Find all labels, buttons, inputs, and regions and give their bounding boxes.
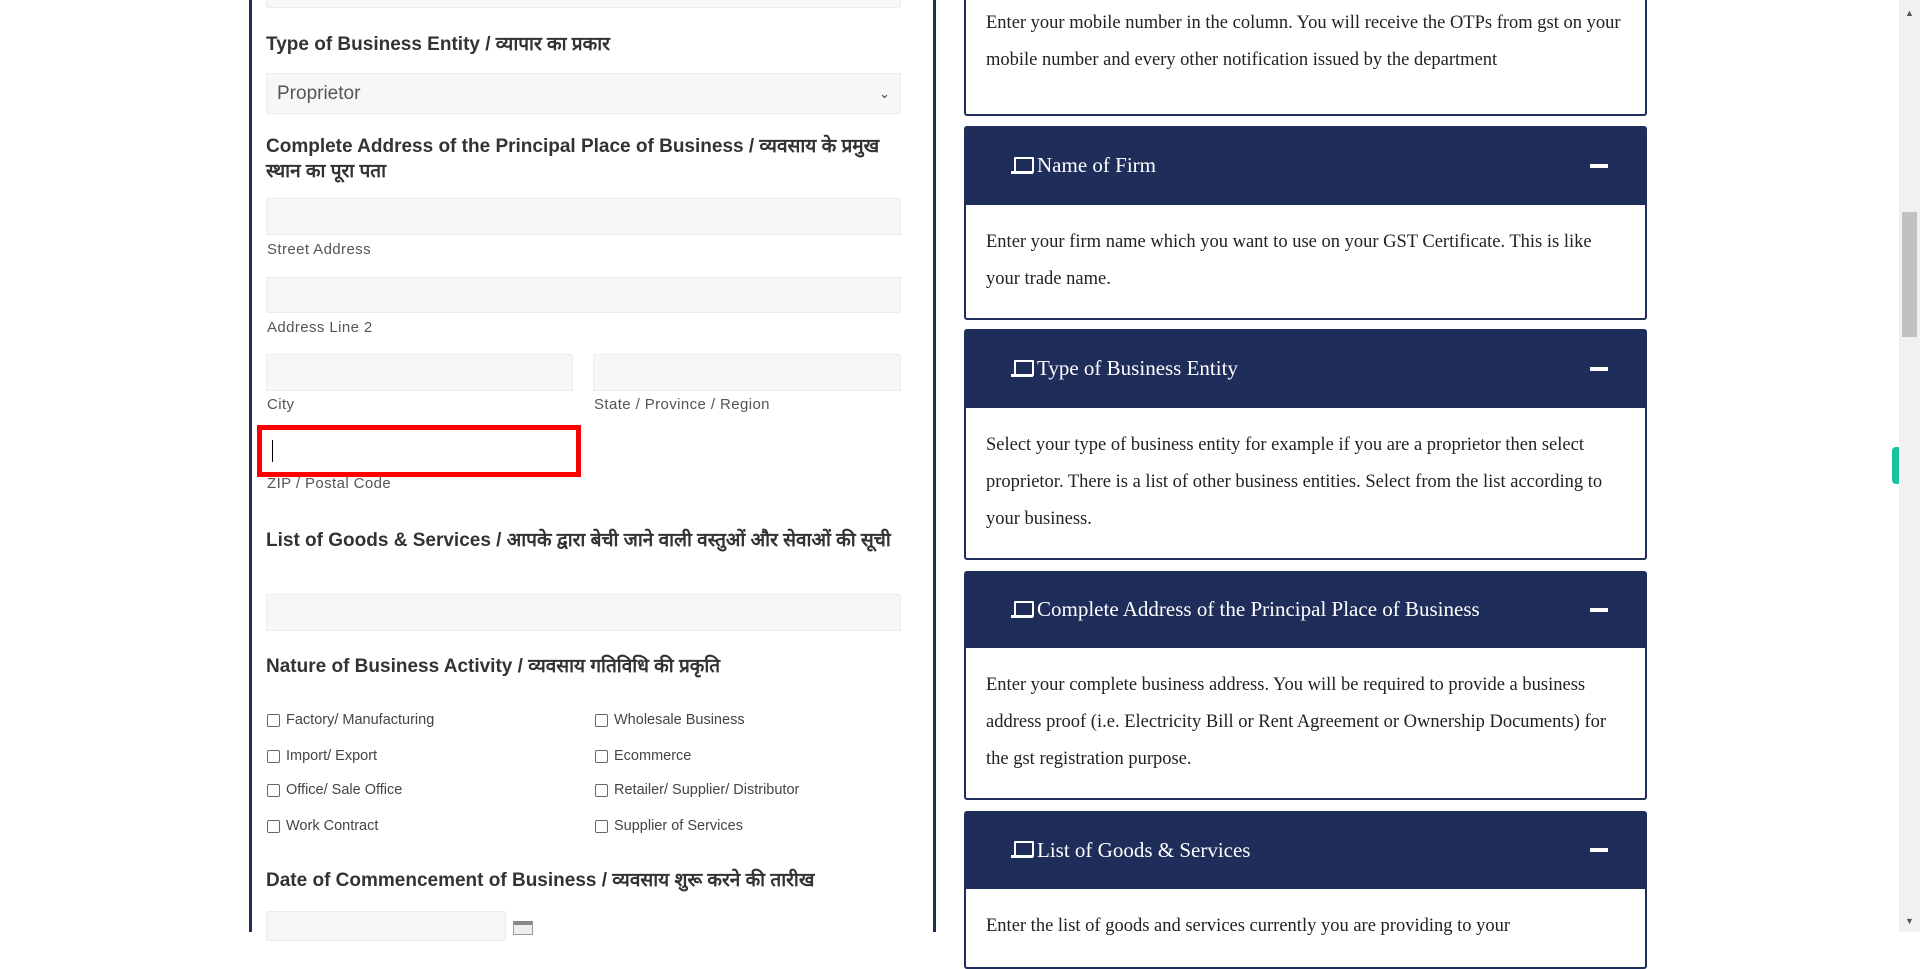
city-label: City [267,396,295,413]
laptop-icon [1011,359,1034,378]
side-widget-tab[interactable] [1892,447,1899,484]
chevron-down-icon: ⌄ [879,85,890,101]
card-title: Complete Address of the Principal Place … [1037,597,1480,621]
checkbox-icon[interactable] [595,783,608,797]
date-heading: Date of Commencement of Business / व्यवस… [266,870,815,891]
checkbox-label: Retailer/ Supplier/ Distributor [614,782,800,798]
checkbox-icon[interactable] [595,749,608,763]
card-title: List of Goods & Services [1037,837,1251,862]
card-header-name-of-firm[interactable]: Name of Firm [964,126,1647,205]
checkbox-icon[interactable] [595,819,608,833]
checkbox-label: Ecommerce [614,748,692,764]
collapse-minus-icon[interactable] [1590,848,1608,852]
checkbox-label: Wholesale Business [614,712,745,728]
business-type-select[interactable]: Proprietor ⌄ [266,73,901,114]
business-type-value: Proprietor [277,82,361,104]
date-input[interactable] [266,911,506,941]
form-panel-left-border [249,0,252,932]
checkbox-retailer[interactable]: Retailer/ Supplier/ Distributor [595,782,799,798]
card-header-goods[interactable]: List of Goods & Services [964,811,1647,889]
collapse-minus-icon[interactable] [1590,366,1608,371]
calendar-icon[interactable] [513,921,533,935]
checkbox-import-export[interactable]: Import/ Export [267,748,377,764]
laptop-icon [1011,841,1034,859]
card-body-business-entity: Select your type of business entity for … [964,408,1647,560]
card-title: Type of Business Entity [1037,356,1238,380]
card-body-name-of-firm: Enter your firm name which you want to u… [964,205,1647,320]
mobile-help-text: Enter your mobile number in the column. … [986,13,1621,70]
card-text: Enter the list of goods and services cur… [986,916,1511,936]
zip-input[interactable] [257,425,581,477]
address-line2-input[interactable] [266,277,901,313]
checkbox-label: Work Contract [286,818,379,834]
city-input[interactable] [266,354,573,391]
card-text: Enter your complete business address. Yo… [986,675,1607,769]
checkbox-supplier-services[interactable]: Supplier of Services [595,818,743,834]
checkbox-icon[interactable] [267,819,280,833]
laptop-icon [1011,600,1034,619]
form-panel-right-border [933,0,936,932]
previous-input[interactable] [266,0,901,8]
collapse-minus-icon[interactable] [1590,163,1608,168]
checkbox-icon[interactable] [267,749,280,763]
checkbox-work-contract[interactable]: Work Contract [267,818,378,834]
street-address-input[interactable] [266,198,901,235]
card-text: Select your type of business entity for … [986,435,1603,529]
card-title: Name of Firm [1037,153,1156,177]
laptop-icon [1011,156,1034,175]
mobile-help-body: Enter your mobile number in the column. … [964,0,1647,116]
scrollbar[interactable]: ▲ ▼ [1899,0,1920,932]
card-body-goods: Enter the list of goods and services cur… [964,889,1647,969]
checkbox-office[interactable]: Office/ Sale Office [267,782,402,798]
card-text: Enter your firm name which you want to u… [986,232,1592,289]
nature-heading: Nature of Business Activity / व्यवसाय गत… [266,656,721,677]
checkbox-label: Import/ Export [286,748,378,764]
checkbox-icon[interactable] [267,713,280,727]
checkbox-label: Factory/ Manufacturing [286,712,435,728]
checkbox-wholesale[interactable]: Wholesale Business [595,712,745,728]
checkbox-icon[interactable] [595,713,608,727]
zip-label: ZIP / Postal Code [267,475,392,492]
collapse-minus-icon[interactable] [1590,607,1608,612]
business-type-heading: Type of Business Entity / व्यापार का प्र… [266,34,610,55]
checkbox-label: Office/ Sale Office [286,782,403,798]
goods-input[interactable] [266,594,901,631]
checkbox-label: Supplier of Services [614,818,743,834]
state-label: State / Province / Region [594,396,770,413]
card-header-business-entity[interactable]: Type of Business Entity [964,329,1647,408]
street-address-label: Street Address [267,241,371,258]
scroll-up-arrow-icon[interactable]: ▲ [1905,8,1914,18]
goods-heading: List of Goods & Services / आपके द्वारा ब… [266,530,891,551]
checkbox-icon[interactable] [267,783,280,797]
card-body-address: Enter your complete business address. Yo… [964,648,1647,800]
scroll-down-arrow-icon[interactable]: ▼ [1905,916,1914,926]
checkbox-factory[interactable]: Factory/ Manufacturing [267,712,434,728]
scrollbar-thumb[interactable] [1902,212,1917,337]
address-line2-label: Address Line 2 [267,319,373,336]
address-heading: Complete Address of the Principal Place … [266,136,880,182]
state-input[interactable] [593,354,901,391]
card-header-address[interactable]: Complete Address of the Principal Place … [964,571,1647,648]
text-cursor [272,440,273,462]
checkbox-ecommerce[interactable]: Ecommerce [595,748,691,764]
